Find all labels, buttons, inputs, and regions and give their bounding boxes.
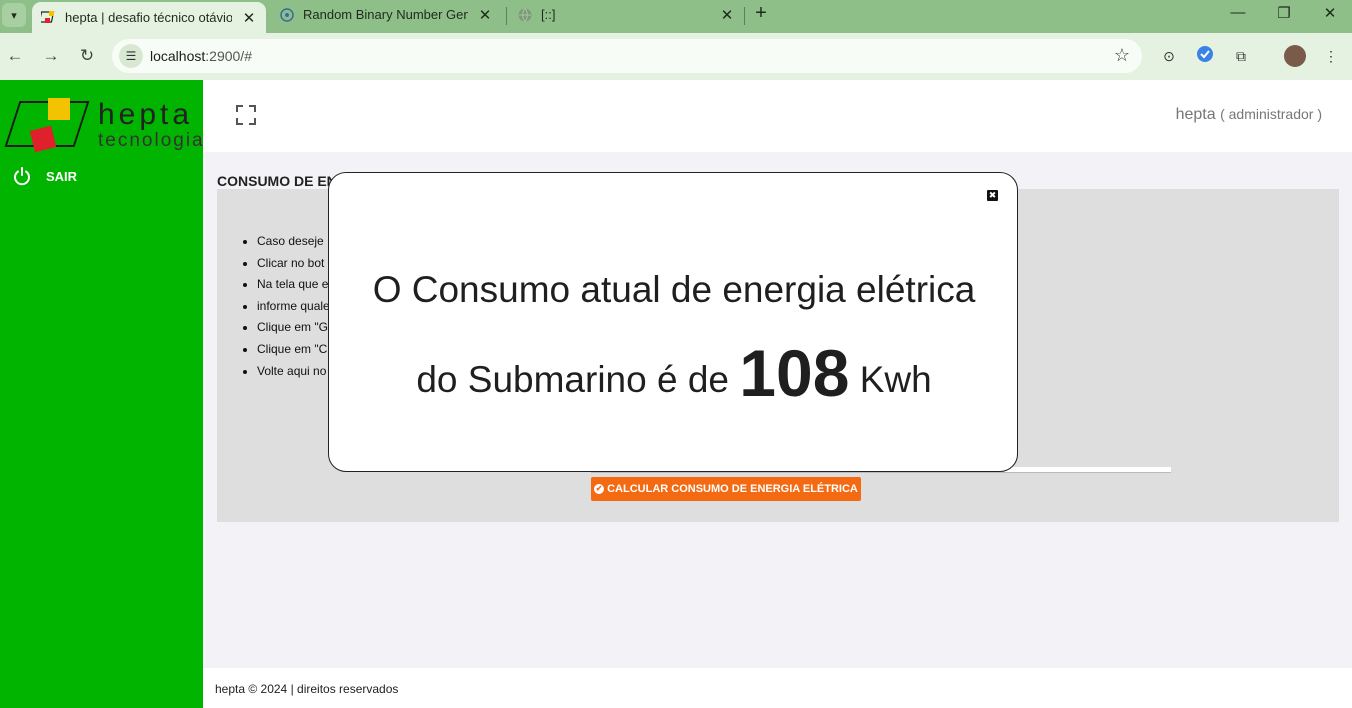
close-modal-icon[interactable]: ✖	[987, 190, 998, 201]
close-tab-icon[interactable]: ✕	[718, 6, 736, 24]
user-menu[interactable]: hepta ( administrador )	[1176, 106, 1322, 124]
close-tab-icon[interactable]: ✕	[240, 9, 258, 27]
consumption-value: 108	[739, 336, 850, 410]
list-item: informe quale	[257, 298, 330, 320]
logo-subtitle: tecnologia	[98, 130, 205, 151]
modal-message-prefix: do Submarino é de	[416, 359, 729, 400]
tab-separator	[744, 7, 745, 25]
tab-random-binary[interactable]: Random Binary Number Genera ✕	[270, 0, 502, 29]
list-item: Clique em "C	[257, 341, 330, 363]
close-window-icon[interactable]: ✕	[1310, 4, 1350, 24]
menu-dots-icon[interactable]: ⋮	[1320, 45, 1342, 67]
fullscreen-icon[interactable]	[235, 104, 257, 126]
hepta-favicon-icon	[41, 10, 55, 23]
tab-separator	[506, 7, 507, 25]
bookmark-star-icon[interactable]: ☆	[1114, 45, 1130, 66]
power-icon	[14, 167, 30, 186]
sidebar: hepta tecnologia SAIR	[0, 80, 203, 708]
hepta-logo: hepta tecnologia	[4, 98, 205, 154]
calculate-consumption-button[interactable]: ✔ CALCULAR CONSUMO DE ENERGIA ELÉTRICA	[591, 477, 861, 501]
calculate-button-label: CALCULAR CONSUMO DE ENERGIA ELÉTRICA	[607, 483, 858, 495]
logo-yellow-square	[48, 98, 70, 120]
consumption-result-modal: ✖ O Consumo atual de energia elétrica do…	[328, 172, 1018, 472]
logout-label: SAIR	[46, 168, 78, 184]
extension-icon[interactable]: ⊙	[1158, 45, 1180, 67]
tab-localhost[interactable]: [::] ✕	[508, 0, 744, 29]
url-host: localhost	[150, 48, 206, 64]
logout-button[interactable]: SAIR	[12, 166, 77, 186]
modal-message-line1: O Consumo atual de energia elétrica	[372, 269, 976, 310]
footer: hepta © 2024 | direitos reservados	[203, 668, 1352, 708]
browser-toolbar: ← → ↻ ☰ localhost:2900/# ☆ ⊙ ⧉ ⋮	[0, 33, 1352, 80]
site-info-icon[interactable]: ☰	[119, 44, 143, 68]
new-tab-button[interactable]: +	[750, 3, 772, 25]
user-name: hepta	[1175, 106, 1216, 123]
instructions-list: Caso deseje Clicar no bot Na tela que e …	[257, 233, 330, 384]
extensions-puzzle-icon[interactable]: ⧉	[1230, 45, 1252, 67]
tab-title: Random Binary Number Genera	[303, 7, 468, 22]
profile-avatar[interactable]	[1284, 45, 1306, 67]
top-header: hepta ( administrador )	[203, 80, 1352, 152]
list-item: Clique em "G	[257, 319, 330, 341]
logo-title: hepta	[98, 98, 194, 131]
tab-list-chevron-icon[interactable]: ▾	[2, 3, 26, 27]
binary-favicon-icon	[280, 7, 294, 22]
list-item: Volte aqui no	[257, 363, 330, 385]
close-tab-icon[interactable]: ✕	[476, 6, 494, 24]
footer-text: hepta © 2024 | direitos reservados	[215, 682, 399, 696]
consumption-unit: Kwh	[859, 359, 932, 400]
extension-check-icon[interactable]	[1194, 45, 1216, 67]
browser-tabbar: ▾ hepta | desafio técnico otávio g ✕ Ran…	[0, 0, 1352, 33]
reload-icon[interactable]: ↻	[76, 45, 98, 67]
tab-title: hepta | desafio técnico otávio g	[65, 10, 232, 25]
check-circle-icon: ✔	[594, 484, 605, 494]
user-role: ( administrador )	[1220, 106, 1322, 122]
globe-icon	[518, 7, 532, 22]
list-item: Na tela que e	[257, 276, 330, 298]
forward-icon[interactable]: →	[40, 45, 62, 67]
modal-message-line2: do Submarino é de 108 Kwh	[329, 331, 1019, 410]
list-item: Clicar no bot	[257, 255, 330, 277]
url-path: :2900/#	[205, 48, 252, 64]
tab-hepta[interactable]: hepta | desafio técnico otávio g ✕	[32, 2, 266, 33]
url-text[interactable]: localhost:2900/#	[150, 48, 252, 64]
restore-icon[interactable]: ❐	[1264, 4, 1304, 24]
check-badge-icon	[1197, 46, 1213, 62]
tab-title: [::]	[541, 7, 556, 22]
page-title: CONSUMO DE EN	[217, 173, 337, 189]
list-item: Caso deseje	[257, 233, 330, 255]
minimize-icon[interactable]: —	[1218, 4, 1258, 24]
address-bar[interactable]: ☰ localhost:2900/# ☆	[112, 39, 1142, 73]
back-icon[interactable]: ←	[4, 45, 26, 67]
